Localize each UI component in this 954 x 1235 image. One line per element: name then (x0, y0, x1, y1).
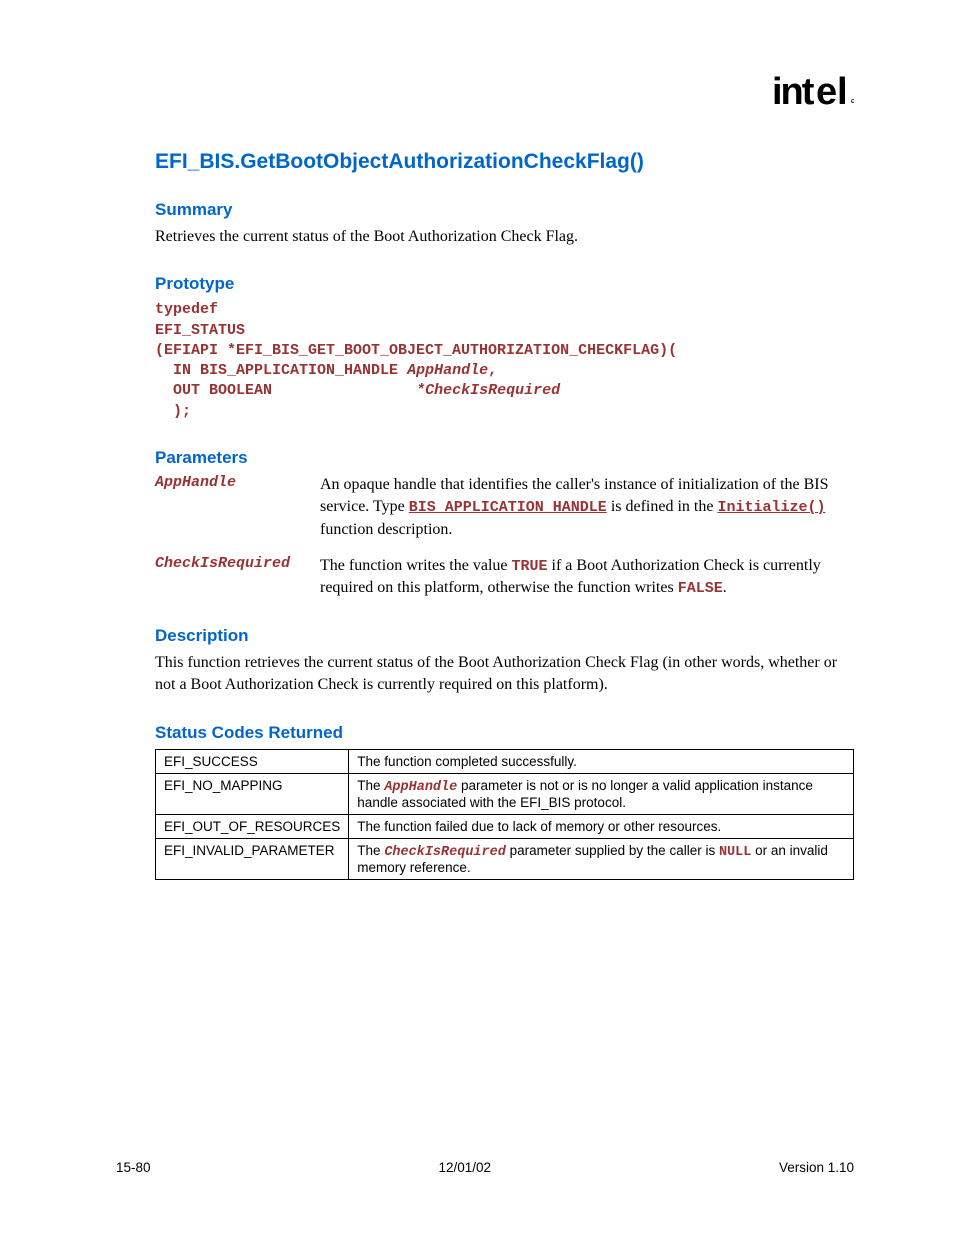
param-name: CheckIsRequired (155, 555, 320, 600)
param-row: CheckIsRequired The function writes the … (155, 555, 854, 600)
description-text: This function retrieves the current stat… (155, 652, 854, 697)
status-desc: The function failed due to lack of memor… (349, 814, 854, 838)
proto-line: OUT BOOLEAN *CheckIsRequired (155, 381, 854, 401)
status-code: EFI_OUT_OF_RESOURCES (156, 814, 349, 838)
status-desc: The function completed successfully. (349, 749, 854, 773)
parameters-list: AppHandle An opaque handle that identifi… (155, 474, 854, 600)
intel-logo: int e l R (772, 72, 854, 114)
proto-line: (EFIAPI *EFI_BIS_GET_BOOT_OBJECT_AUTHORI… (155, 341, 854, 361)
param-desc: The function writes the value TRUE if a … (320, 555, 854, 600)
param-name: AppHandle (155, 474, 320, 541)
prototype-heading: Prototype (155, 274, 854, 294)
status-code: EFI_SUCCESS (156, 749, 349, 773)
type-link[interactable]: BIS_APPLICATION_HANDLE (409, 499, 607, 516)
function-name-heading: EFI_BIS.GetBootObjectAuthorizationCheckF… (155, 150, 854, 174)
proto-line: typedef (155, 300, 854, 320)
summary-heading: Summary (155, 200, 854, 220)
svg-text:R: R (851, 100, 854, 104)
summary-text: Retrieves the current status of the Boot… (155, 226, 854, 248)
description-heading: Description (155, 626, 854, 646)
parameters-heading: Parameters (155, 448, 854, 468)
function-link[interactable]: Initialize() (717, 499, 825, 516)
svg-text:e: e (816, 72, 837, 113)
status-desc: The AppHandle parameter is not or is no … (349, 773, 854, 814)
table-row: EFI_NO_MAPPING The AppHandle parameter i… (156, 773, 854, 814)
footer-page-number: 15-80 (116, 1160, 151, 1175)
footer-date: 12/01/02 (438, 1160, 491, 1175)
footer-version: Version 1.10 (779, 1160, 854, 1175)
status-codes-heading: Status Codes Returned (155, 723, 854, 743)
table-row: EFI_INVALID_PARAMETER The CheckIsRequire… (156, 838, 854, 879)
proto-line: ); (155, 402, 854, 422)
table-row: EFI_OUT_OF_RESOURCES The function failed… (156, 814, 854, 838)
table-row: EFI_SUCCESS The function completed succe… (156, 749, 854, 773)
param-row: AppHandle An opaque handle that identifi… (155, 474, 854, 541)
svg-text:int: int (772, 72, 815, 113)
proto-line: IN BIS_APPLICATION_HANDLE AppHandle, (155, 361, 854, 381)
page-footer: 15-80 12/01/02 Version 1.10 (116, 1160, 854, 1175)
proto-line: EFI_STATUS (155, 321, 854, 341)
param-desc: An opaque handle that identifies the cal… (320, 474, 854, 541)
status-code: EFI_NO_MAPPING (156, 773, 349, 814)
prototype-code: typedef EFI_STATUS (EFIAPI *EFI_BIS_GET_… (155, 300, 854, 422)
status-desc: The CheckIsRequired parameter supplied b… (349, 838, 854, 879)
status-code: EFI_INVALID_PARAMETER (156, 838, 349, 879)
status-codes-table: EFI_SUCCESS The function completed succe… (155, 749, 854, 880)
